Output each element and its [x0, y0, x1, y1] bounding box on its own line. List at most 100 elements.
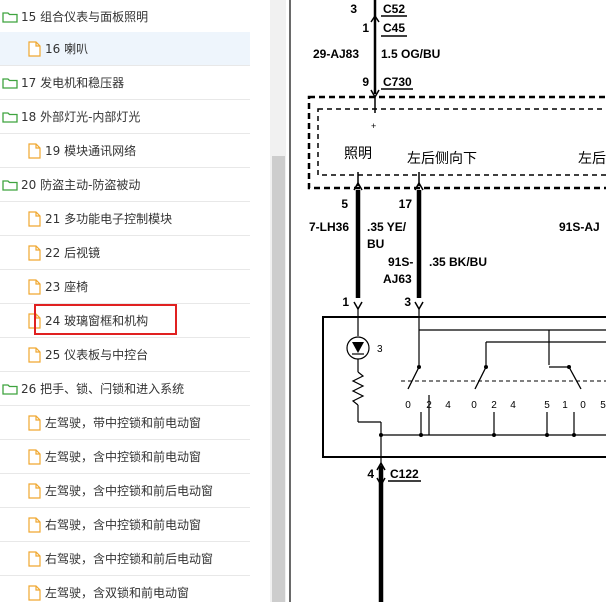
- folder-icon: [2, 383, 18, 395]
- file-icon: [28, 550, 41, 567]
- switch-position: 5: [544, 400, 550, 411]
- tree-item-18[interactable]: 18 外部灯光-内部灯光: [0, 100, 250, 134]
- wire-id: 29-AJ83: [313, 47, 359, 61]
- connector-label: C52: [383, 2, 405, 16]
- wire-spec: 1.5 OG/BU: [381, 47, 440, 61]
- pin-number: 17: [399, 197, 413, 211]
- wire-id: 91S-: [388, 255, 413, 269]
- tree-item-20[interactable]: 20 防盗主动-防盗被动: [0, 168, 250, 202]
- tree-item-21[interactable]: 21 多功能电子控制模块: [0, 202, 250, 236]
- tree-item-19[interactable]: 19 模块通讯网络: [0, 134, 250, 168]
- tree-item-15[interactable]: 15 组合仪表与面板照明: [0, 0, 250, 34]
- switch-box: [322, 316, 606, 458]
- module-label: 照明: [344, 145, 372, 161]
- folder-icon: [2, 111, 18, 123]
- tree-item-26-6[interactable]: 左驾驶，含双锁和前电动窗: [0, 576, 250, 602]
- tree-item-label: 15 组合仪表与面板照明: [21, 10, 149, 24]
- tree-item-16[interactable]: 16 喇叭: [0, 32, 250, 66]
- chapter-tree: 15 组合仪表与面板照明 16 喇叭 17 发电机和稳压器 18 外部灯光-内部…: [0, 0, 257, 602]
- wire-id: 7-LH36: [309, 220, 349, 234]
- switch-position: 4: [510, 400, 516, 411]
- tree-item-26-2[interactable]: 左驾驶，含中控锁和前电动窗: [0, 440, 250, 474]
- tree-item-label: 25 仪表板与中控台: [45, 348, 149, 362]
- tree-item-label: 23 座椅: [45, 280, 89, 294]
- file-icon: [28, 210, 41, 227]
- diagram-canvas: 3 C52 1 C45 29-AJ83 1.5 OG/BU 9 C730 + 照…: [307, 0, 606, 602]
- tree-item-label: 18 外部灯光-内部灯光: [21, 110, 141, 124]
- wire-spec: BU: [367, 237, 384, 251]
- connector-label: C45: [383, 21, 405, 35]
- switch-blade: [407, 366, 420, 390]
- lamp-number: 3: [377, 344, 383, 355]
- tree-item-22[interactable]: 22 后视镜: [0, 236, 250, 270]
- connector-label: C122: [390, 467, 419, 481]
- tree-item-label: 左驾驶，含中控锁和前后电动窗: [45, 484, 214, 498]
- tree-item-label: 17 发电机和稳压器: [21, 76, 125, 90]
- tree-item-label: 右驾驶，含中控锁和前后电动窗: [45, 552, 214, 566]
- folder-icon: [2, 77, 18, 89]
- switch-position: 5: [600, 400, 606, 411]
- tree-item-24[interactable]: 24 玻璃窗框和机构: [0, 304, 250, 338]
- file-icon: [28, 414, 41, 431]
- tree-item-label: 左驾驶，带中控锁和前电动窗: [45, 416, 202, 430]
- wire-id: AJ63: [383, 272, 412, 286]
- tree-item-label: 19 模块通讯网络: [45, 144, 137, 158]
- wiring-diagram: 3 C52 1 C45 29-AJ83 1.5 OG/BU 9 C730 + 照…: [291, 0, 606, 602]
- switch-position: 0: [471, 400, 477, 411]
- tree-item-label: 左驾驶，含双锁和前电动窗: [45, 586, 190, 600]
- folder-icon: [2, 11, 18, 23]
- tree-item-label: 26 把手、锁、闩锁和进入系统: [21, 382, 185, 396]
- tree-item-25[interactable]: 25 仪表板与中控台: [0, 338, 250, 372]
- pin-number: 3: [404, 295, 411, 309]
- junction-dot: [419, 433, 423, 437]
- tree-item-26[interactable]: 26 把手、锁、闩锁和进入系统: [0, 372, 250, 406]
- pin-number: 3: [350, 2, 357, 16]
- file-icon: [28, 584, 41, 601]
- file-icon: [28, 40, 41, 57]
- lamp-diode: [352, 342, 364, 353]
- pin-number: 4: [367, 467, 374, 481]
- file-icon: [28, 244, 41, 261]
- junction-dot: [545, 433, 549, 437]
- wire-arrow: [414, 301, 424, 311]
- tree-item-label: 左驾驶，含中控锁和前电动窗: [45, 450, 202, 464]
- junction-dot: [572, 433, 576, 437]
- tree-item-26-4[interactable]: 右驾驶，含中控锁和前电动窗: [0, 508, 250, 542]
- wire-arrow: [353, 301, 363, 311]
- file-icon: [28, 346, 41, 363]
- module-label: 左后侧向下: [407, 150, 477, 166]
- pin-number: 1: [362, 21, 369, 35]
- switch-blade: [474, 366, 487, 390]
- tree-item-26-3[interactable]: 左驾驶，含中控锁和前后电动窗: [0, 474, 250, 508]
- switch-blade: [568, 366, 582, 390]
- plus-sign: +: [371, 121, 376, 131]
- tree-item-label: 24 玻璃窗框和机构: [45, 314, 149, 328]
- wire-spec: .35 YE/: [367, 220, 407, 234]
- file-icon: [28, 312, 41, 329]
- scrollbar-thumb[interactable]: [272, 156, 285, 602]
- switch-position: 0: [580, 400, 586, 411]
- switch-position: 2: [491, 400, 497, 411]
- pin-number: 5: [341, 197, 348, 211]
- junction-dot: [492, 433, 496, 437]
- module-label: 左后: [578, 150, 606, 166]
- pin-number: 1: [342, 295, 349, 309]
- junction-dot: [379, 433, 383, 437]
- wire-id: 91S-AJ: [559, 220, 600, 234]
- tree-item-26-5[interactable]: 右驾驶，含中控锁和前后电动窗: [0, 542, 250, 576]
- folder-icon: [2, 179, 18, 191]
- file-icon: [28, 278, 41, 295]
- pin-number: 9: [362, 75, 369, 89]
- switch-position: 1: [562, 400, 568, 411]
- tree-item-label: 22 后视镜: [45, 246, 101, 260]
- tree-item-23[interactable]: 23 座椅: [0, 270, 250, 304]
- tree-item-26-1[interactable]: 左驾驶，带中控锁和前电动窗: [0, 406, 250, 440]
- tree-item-label: 16 喇叭: [45, 42, 89, 56]
- tree-item-label: 21 多功能电子控制模块: [45, 212, 173, 226]
- switch-position: 0: [405, 400, 411, 411]
- connector-label: C730: [383, 75, 412, 89]
- file-icon: [28, 448, 41, 465]
- tree-item-label: 20 防盗主动-防盗被动: [21, 178, 141, 192]
- tree-item-17[interactable]: 17 发电机和稳压器: [0, 66, 250, 100]
- file-icon: [28, 516, 41, 533]
